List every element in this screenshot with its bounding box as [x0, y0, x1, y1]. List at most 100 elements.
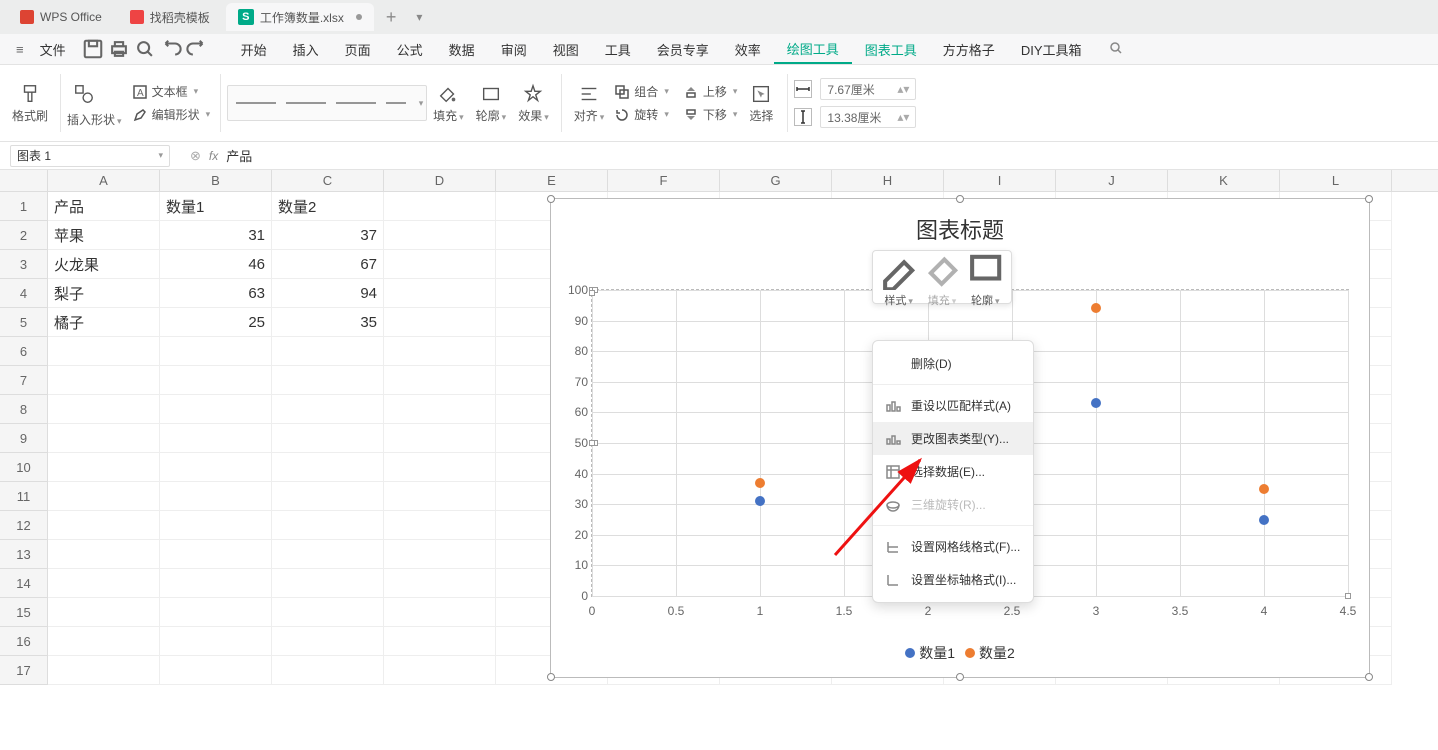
cell[interactable] [160, 627, 272, 656]
cell[interactable]: 数量1 [160, 192, 272, 221]
format-painter-button[interactable]: 格式刷 [6, 79, 54, 128]
cell[interactable] [160, 540, 272, 569]
cell[interactable]: 37 [272, 221, 384, 250]
cell[interactable] [384, 511, 496, 540]
cell[interactable] [272, 511, 384, 540]
cell[interactable]: 31 [160, 221, 272, 250]
row-header[interactable]: 8 [0, 395, 48, 424]
col-header[interactable]: G [720, 170, 832, 191]
ctx-gridline-format[interactable]: 设置网格线格式(F)... [873, 530, 1033, 563]
cell[interactable]: 67 [272, 250, 384, 279]
name-box[interactable]: 图表 1 ▾ [10, 145, 170, 167]
row-header[interactable]: 17 [0, 656, 48, 685]
cell[interactable]: 梨子 [48, 279, 160, 308]
col-header[interactable]: D [384, 170, 496, 191]
cell[interactable] [48, 453, 160, 482]
cell[interactable] [272, 366, 384, 395]
cell[interactable]: 数量2 [272, 192, 384, 221]
ribbon-tab-13[interactable]: DIY工具箱 [1008, 34, 1095, 64]
select-all-corner[interactable] [0, 170, 48, 191]
mini-style-button[interactable]: 样式▾ [877, 246, 920, 307]
ribbon-tab-8[interactable]: 会员专享 [644, 34, 722, 64]
ribbon-tab-12[interactable]: 方方格子 [930, 34, 1008, 64]
chart-resize-handle[interactable] [1365, 673, 1373, 681]
ribbon-tab-11[interactable]: 图表工具 [852, 34, 930, 64]
cell[interactable]: 苹果 [48, 221, 160, 250]
cell[interactable] [384, 279, 496, 308]
cell[interactable] [160, 482, 272, 511]
app-tab-workbook[interactable]: S 工作簿数量.xlsx [226, 3, 374, 31]
mini-fill-button[interactable]: 填充▾ [920, 246, 963, 307]
chart-resize-handle[interactable] [547, 195, 555, 203]
fill-button[interactable]: 填充▾ [427, 79, 470, 128]
row-header[interactable]: 7 [0, 366, 48, 395]
cell[interactable]: 94 [272, 279, 384, 308]
chart-resize-handle[interactable] [956, 195, 964, 203]
cell[interactable] [160, 424, 272, 453]
mini-outline-button[interactable]: 轮廓▾ [964, 246, 1007, 307]
ribbon-tab-3[interactable]: 公式 [384, 34, 436, 64]
app-tab-home[interactable]: WPS Office [8, 3, 114, 31]
group-button[interactable]: 组合▾ [610, 81, 673, 102]
file-menu[interactable]: 文件 [30, 40, 76, 59]
row-header[interactable]: 10 [0, 453, 48, 482]
save-icon[interactable] [82, 38, 104, 60]
row-header[interactable]: 2 [0, 221, 48, 250]
row-header[interactable]: 12 [0, 511, 48, 540]
cell[interactable] [272, 453, 384, 482]
align-button[interactable]: 对齐▾ [568, 79, 611, 128]
cell[interactable] [272, 482, 384, 511]
ctx-delete[interactable]: 删除(D) [873, 347, 1033, 380]
plot-resize-handle[interactable] [589, 440, 595, 446]
edit-shape-button[interactable]: 编辑形状▾ [128, 104, 215, 125]
cell[interactable] [48, 482, 160, 511]
fx-icon[interactable]: fx [209, 149, 218, 163]
tab-add-button[interactable]: + [378, 7, 405, 28]
search-icon[interactable] [1108, 40, 1124, 59]
cell[interactable] [272, 598, 384, 627]
move-down-button[interactable]: 下移▾ [679, 104, 742, 125]
ribbon-tab-9[interactable]: 效率 [722, 34, 774, 64]
undo-icon[interactable] [160, 38, 182, 60]
cell[interactable] [384, 627, 496, 656]
row-header[interactable]: 16 [0, 627, 48, 656]
ctx-change-chart-type[interactable]: 更改图表类型(Y)... [873, 422, 1033, 455]
cell[interactable] [160, 569, 272, 598]
insert-shape-button[interactable] [67, 79, 122, 109]
cell[interactable]: 产品 [48, 192, 160, 221]
row-header[interactable]: 13 [0, 540, 48, 569]
cell[interactable] [272, 424, 384, 453]
cell[interactable] [384, 453, 496, 482]
row-header[interactable]: 15 [0, 598, 48, 627]
cell[interactable] [160, 366, 272, 395]
chart-resize-handle[interactable] [1365, 195, 1373, 203]
ribbon-tab-4[interactable]: 数据 [436, 34, 488, 64]
cell[interactable] [160, 453, 272, 482]
col-header[interactable]: H [832, 170, 944, 191]
redo-icon[interactable] [186, 38, 208, 60]
col-header[interactable]: F [608, 170, 720, 191]
move-up-button[interactable]: 上移▾ [679, 81, 742, 102]
cell[interactable] [384, 250, 496, 279]
print-icon[interactable] [108, 38, 130, 60]
width-input[interactable]: 7.67厘米▴▾ [820, 78, 916, 100]
ribbon-tab-6[interactable]: 视图 [540, 34, 592, 64]
col-header[interactable]: I [944, 170, 1056, 191]
cell[interactable] [48, 366, 160, 395]
ribbon-tab-2[interactable]: 页面 [332, 34, 384, 64]
chart-data-point[interactable] [1259, 515, 1269, 525]
cell[interactable] [384, 424, 496, 453]
row-header[interactable]: 9 [0, 424, 48, 453]
cell[interactable]: 63 [160, 279, 272, 308]
cell[interactable] [48, 395, 160, 424]
cell[interactable] [384, 395, 496, 424]
cell[interactable] [272, 656, 384, 685]
col-header[interactable]: L [1280, 170, 1392, 191]
selection-pane-button[interactable]: 选择 [741, 79, 781, 128]
print-preview-icon[interactable] [134, 38, 156, 60]
plot-resize-handle[interactable] [1345, 593, 1351, 599]
col-header[interactable]: K [1168, 170, 1280, 191]
cell[interactable] [384, 482, 496, 511]
chart-data-point[interactable] [1259, 484, 1269, 494]
cell[interactable] [48, 627, 160, 656]
